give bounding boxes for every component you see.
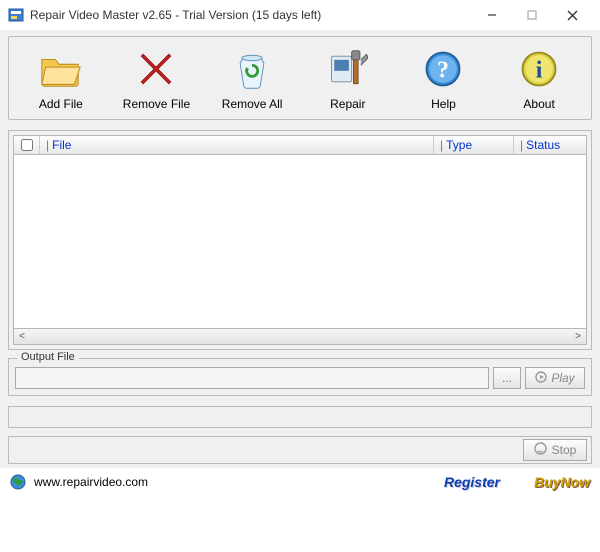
titlebar: Repair Video Master v2.65 - Trial Versio… — [0, 0, 600, 30]
play-icon — [535, 371, 547, 386]
minimize-button[interactable] — [472, 0, 512, 30]
app-icon — [8, 7, 24, 23]
info-icon: i — [515, 45, 563, 93]
play-button[interactable]: Play — [525, 367, 585, 389]
footer: www.repairvideo.com Register BuyNow — [0, 468, 600, 496]
stop-label: Stop — [552, 443, 577, 457]
repair-tools-icon — [324, 45, 372, 93]
globe-icon — [10, 474, 26, 490]
file-list-header: |File |Type |Status — [13, 135, 587, 155]
stop-button[interactable]: Stop — [523, 439, 587, 461]
recycle-bin-icon — [228, 45, 276, 93]
add-file-label: Add File — [39, 97, 83, 111]
help-button[interactable]: ? Help — [403, 43, 483, 113]
x-icon — [132, 45, 180, 93]
progress-bar — [8, 406, 592, 428]
file-list-panel: |File |Type |Status < > — [8, 130, 592, 350]
repair-button[interactable]: Repair — [308, 43, 388, 113]
window-title: Repair Video Master v2.65 - Trial Versio… — [30, 8, 472, 22]
website-link[interactable]: www.repairvideo.com — [34, 475, 148, 489]
stop-icon — [534, 442, 547, 458]
browse-button[interactable]: ... — [493, 367, 521, 389]
output-legend: Output File — [17, 351, 79, 363]
register-link[interactable]: Register — [444, 474, 500, 490]
select-all-checkbox-cell[interactable] — [14, 136, 40, 154]
help-label: Help — [431, 97, 456, 111]
about-button[interactable]: i About — [499, 43, 579, 113]
play-label: Play — [551, 371, 574, 385]
column-header-file[interactable]: |File — [40, 136, 434, 154]
horizontal-scrollbar[interactable]: < > — [13, 329, 587, 345]
close-button[interactable] — [552, 0, 592, 30]
file-list-body[interactable] — [13, 155, 587, 329]
column-header-status[interactable]: |Status — [514, 136, 586, 154]
output-path-input — [15, 367, 489, 389]
about-label: About — [523, 97, 554, 111]
output-file-group: Output File ... Play — [8, 358, 592, 396]
remove-all-button[interactable]: Remove All — [212, 43, 292, 113]
select-all-checkbox[interactable] — [21, 139, 33, 151]
remove-all-label: Remove All — [222, 97, 283, 111]
repair-label: Repair — [330, 97, 365, 111]
scroll-right-arrow-icon[interactable]: > — [570, 330, 586, 344]
add-file-button[interactable]: Add File — [21, 43, 101, 113]
remove-file-label: Remove File — [123, 97, 190, 111]
maximize-button[interactable] — [512, 0, 552, 30]
buynow-link[interactable]: BuyNow — [534, 474, 590, 490]
main-toolbar: Add File Remove File Remove All — [8, 36, 592, 120]
remove-file-button[interactable]: Remove File — [116, 43, 196, 113]
column-header-type[interactable]: |Type — [434, 136, 514, 154]
svg-text:i: i — [536, 57, 543, 83]
svg-text:?: ? — [437, 57, 449, 83]
scroll-left-arrow-icon[interactable]: < — [14, 330, 30, 344]
folder-open-icon — [37, 45, 85, 93]
help-icon: ? — [419, 45, 467, 93]
bottom-bar: Stop — [8, 436, 592, 464]
